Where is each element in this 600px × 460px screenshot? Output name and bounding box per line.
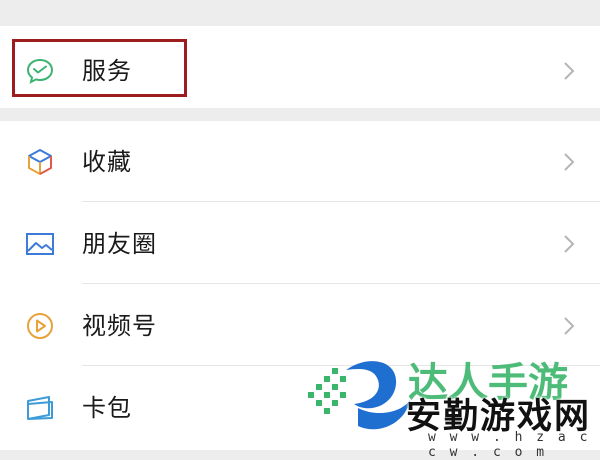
menu-item-favorites[interactable]: 收藏 bbox=[0, 121, 600, 201]
divider bbox=[82, 201, 600, 202]
channels-play-icon bbox=[25, 311, 55, 341]
menu-item-label: 朋友圈 bbox=[82, 230, 157, 258]
chevron-right-icon bbox=[562, 60, 576, 82]
watermark-logo-icon bbox=[308, 368, 346, 414]
moments-photo-icon bbox=[25, 229, 55, 259]
chevron-right-icon bbox=[562, 233, 576, 255]
card-wallet-icon bbox=[25, 393, 55, 423]
menu-item-label: 卡包 bbox=[82, 394, 132, 422]
section-gap bbox=[0, 108, 600, 121]
favorites-cube-icon bbox=[25, 147, 55, 177]
menu-item-label: 视频号 bbox=[82, 312, 157, 340]
menu-item-moments[interactable]: 朋友圈 bbox=[0, 203, 600, 283]
chevron-right-icon bbox=[562, 315, 576, 337]
divider bbox=[82, 283, 600, 284]
menu-item-label: 收藏 bbox=[82, 148, 132, 176]
watermark-url: w w w . h z a c c w . c o m bbox=[428, 430, 591, 460]
highlight-box bbox=[12, 39, 187, 97]
chevron-right-icon bbox=[562, 151, 576, 173]
top-gap bbox=[0, 0, 600, 26]
